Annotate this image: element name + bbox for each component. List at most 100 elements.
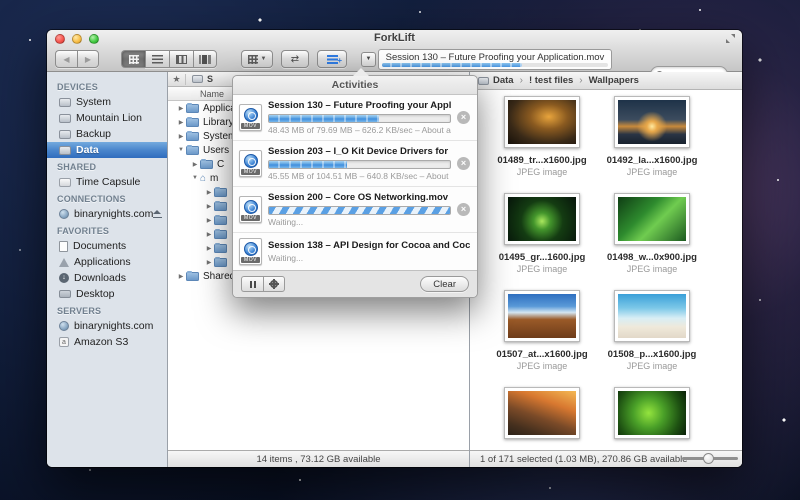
sidebar-item-label: binarynights.com xyxy=(74,320,153,332)
activity-body: Session 203 – I_O Kit Device Drivers for… xyxy=(268,146,451,181)
activity-item[interactable]: MOV Session 138 – API Design for Cocoa a… xyxy=(233,233,477,270)
sidebar-item-time-capsule[interactable]: Time Capsule xyxy=(47,174,167,190)
sidebar-item-system[interactable]: System xyxy=(47,94,167,110)
disclosure-triangle-icon[interactable]: ▼ xyxy=(190,175,200,181)
activity-name: Session 130 – Future Proofing your Appli… xyxy=(268,100,451,111)
minimize-window-button[interactable] xyxy=(72,34,82,44)
sidebar-item-data[interactable]: Data xyxy=(47,142,167,158)
breadcrumb-item-data[interactable]: Data xyxy=(478,75,514,86)
sidebar-item-downloads[interactable]: ↓Downloads xyxy=(47,270,167,286)
sidebar-item-label: Amazon S3 xyxy=(74,336,128,348)
list-view-button[interactable] xyxy=(145,50,169,68)
footer-buttons xyxy=(241,276,285,292)
breadcrumb-item-test-files[interactable]: ! test files xyxy=(529,75,573,86)
folder-icon xyxy=(186,118,199,127)
thumbnail-image xyxy=(618,391,686,435)
sidebar-item-documents[interactable]: Documents xyxy=(47,238,167,254)
file-name: 01507_at...x1600.jpg xyxy=(487,349,597,360)
sidebar-item-label: Applications xyxy=(74,256,131,268)
favorites-star-icon[interactable]: ★ xyxy=(168,74,186,85)
path-crumb-label: S xyxy=(207,74,213,84)
file-row-label: Shared xyxy=(203,271,235,282)
action-buttons: ▼ ⇄ + xyxy=(241,50,347,68)
arrange-button[interactable]: ▼ xyxy=(241,50,273,68)
file-cell[interactable] xyxy=(487,387,597,439)
coverflow-view-button[interactable] xyxy=(193,50,217,68)
column-view-button[interactable] xyxy=(169,50,193,68)
zoom-window-button[interactable] xyxy=(89,34,99,44)
breadcrumb-item-wallpapers[interactable]: Wallpapers xyxy=(589,75,639,86)
disclosure-triangle-icon[interactable]: ▶ xyxy=(176,273,186,280)
slider-thumb[interactable] xyxy=(703,453,714,464)
eject-icon[interactable] xyxy=(153,210,159,218)
file-cell[interactable]: 01498_w...0x900.jpg JPEG image xyxy=(597,193,707,274)
disclosure-triangle-icon[interactable]: ▶ xyxy=(176,105,186,112)
thumbnail-image xyxy=(508,100,576,144)
activity-body: Session 200 – Core OS Networking.mov Wai… xyxy=(268,192,451,227)
sidebar-item-backup[interactable]: Backup xyxy=(47,126,167,142)
disclosure-triangle-icon[interactable]: ▶ xyxy=(204,245,214,252)
cancel-transfer-button[interactable]: × xyxy=(457,203,470,216)
disclosure-triangle-icon[interactable]: ▶ xyxy=(190,161,200,168)
pause-all-button[interactable] xyxy=(241,276,263,292)
add-favorite-button[interactable]: + xyxy=(317,50,347,68)
icon-view-button[interactable] xyxy=(121,50,145,68)
path-crumb[interactable]: S xyxy=(186,74,219,84)
sync-button[interactable]: ⇄ xyxy=(281,50,309,68)
close-window-button[interactable] xyxy=(55,34,65,44)
disclosure-triangle-icon[interactable]: ▼ xyxy=(176,147,186,153)
folder-icon xyxy=(214,216,227,225)
breadcrumb-label: Data xyxy=(493,75,514,86)
folder-icon xyxy=(186,146,199,155)
clear-button[interactable]: Clear xyxy=(420,276,469,292)
folder-icon xyxy=(214,202,227,211)
file-cell[interactable] xyxy=(597,387,707,439)
activity-body: Session 138 – API Design for Cocoa and C… xyxy=(268,240,470,263)
cancel-transfer-button[interactable]: × xyxy=(457,157,470,170)
cancel-transfer-button[interactable]: × xyxy=(457,111,470,124)
activity-status: 48.43 MB of 79.69 MB – 626.2 KB/sec – Ab… xyxy=(268,125,451,135)
file-cell[interactable]: 01495_gr...1600.jpg JPEG image xyxy=(487,193,597,274)
disclosure-triangle-icon[interactable]: ▶ xyxy=(204,259,214,266)
thumbnail-size-slider[interactable] xyxy=(682,457,738,460)
window-chrome: ForkLift ◀ ▶ ▼ ⇄ + xyxy=(47,30,742,72)
file-cell[interactable]: 01492_la...x1600.jpg JPEG image xyxy=(597,96,707,177)
thumbnail-image xyxy=(618,197,686,241)
file-row-label: Users xyxy=(203,145,229,156)
disk-icon xyxy=(478,77,489,85)
settings-button[interactable] xyxy=(263,276,285,292)
thumbnail-image xyxy=(618,100,686,144)
disclosure-triangle-icon[interactable]: ▶ xyxy=(176,133,186,140)
forward-button[interactable]: ▶ xyxy=(77,50,99,68)
disclosure-triangle-icon[interactable]: ▶ xyxy=(204,231,214,238)
file-cell[interactable]: 01489_tr...x1600.jpg JPEG image xyxy=(487,96,597,177)
file-cell[interactable]: 01508_p...x1600.jpg JPEG image xyxy=(597,290,707,371)
desktop-icon xyxy=(59,290,71,298)
disclosure-triangle-icon[interactable]: ▶ xyxy=(204,189,214,196)
activity-item[interactable]: MOV Session 200 – Core OS Networking.mov… xyxy=(233,187,477,233)
sidebar-item-applications[interactable]: Applications xyxy=(47,254,167,270)
fullscreen-icon[interactable] xyxy=(726,34,735,43)
traffic-lights xyxy=(55,34,99,44)
column-header-label: Name xyxy=(200,89,224,99)
sidebar-item-desktop[interactable]: Desktop xyxy=(47,286,167,302)
activities-disclosure-button[interactable]: ▼ xyxy=(361,52,376,67)
mov-label: MOV xyxy=(241,215,260,221)
sidebar-item-amazon-s3[interactable]: aAmazon S3 xyxy=(47,334,167,350)
sidebar-section-favorites: FAVORITES xyxy=(47,222,167,238)
toolbar-progress[interactable]: Session 130 – Future Proofing your Appli… xyxy=(378,49,612,70)
sidebar-item-binarynights-server[interactable]: binarynights.com xyxy=(47,318,167,334)
disclosure-triangle-icon[interactable]: ▶ xyxy=(176,119,186,126)
right-file-panel: Data › ! test files › Wallpapers 01489_t… xyxy=(470,72,742,467)
back-button[interactable]: ◀ xyxy=(55,50,77,68)
disclosure-triangle-icon[interactable]: ▶ xyxy=(204,203,214,210)
activity-item[interactable]: MOV Session 203 – I_O Kit Device Drivers… xyxy=(233,141,477,187)
activity-item[interactable]: MOV Session 130 – Future Proofing your A… xyxy=(233,95,477,141)
folder-icon xyxy=(214,258,227,267)
folder-icon xyxy=(200,160,213,169)
sidebar-item-mountain-lion[interactable]: Mountain Lion xyxy=(47,110,167,126)
sidebar-item-binarynights[interactable]: binarynights.com xyxy=(47,206,167,222)
titlebar[interactable]: ForkLift xyxy=(47,30,742,46)
file-cell[interactable]: 01507_at...x1600.jpg JPEG image xyxy=(487,290,597,371)
disclosure-triangle-icon[interactable]: ▶ xyxy=(204,217,214,224)
